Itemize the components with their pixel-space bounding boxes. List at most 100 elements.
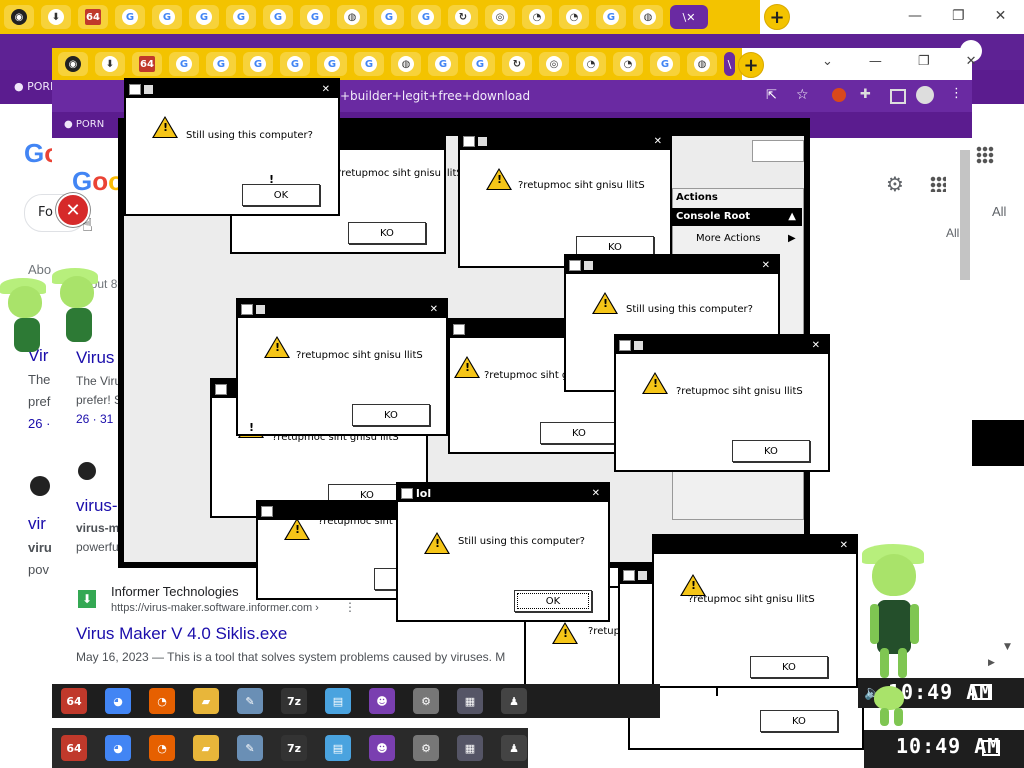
tab-G-3[interactable]: G	[115, 5, 145, 29]
back-result-title-2[interactable]: vir	[28, 514, 46, 534]
dialog-ok-button[interactable]: OK	[242, 184, 320, 206]
dialog-close-icon[interactable]: ✕	[840, 540, 848, 551]
dialog-close-icon[interactable]: ✕	[430, 304, 438, 315]
front-settings-gear-icon[interactable]: ⚙	[886, 172, 904, 196]
notification-icon[interactable]	[972, 684, 992, 700]
front-result-title-2[interactable]: virus-	[76, 496, 118, 516]
front-star-icon[interactable]: ☆	[796, 87, 809, 103]
close-icon[interactable]: ✕	[995, 8, 1007, 24]
taskbar-person-icon[interactable]: ♟	[501, 688, 527, 714]
front-apps-grid-icon[interactable]	[930, 176, 946, 192]
maximize-icon[interactable]: ❐	[952, 8, 965, 24]
taskbar-control-icon[interactable]: ⚙	[413, 688, 439, 714]
dialog-ko-button[interactable]: KO	[352, 404, 430, 426]
taskbar-chrome-icon[interactable]: ◕	[105, 688, 131, 714]
tab-loading-14[interactable]: ◔	[522, 5, 552, 29]
front-menu-icon[interactable]: ⋮	[950, 86, 963, 101]
dialog-ko-button[interactable]: KO	[760, 710, 838, 732]
taskbar-7z-icon[interactable]: 7z	[281, 735, 307, 761]
taskbar-person-icon[interactable]: ♟	[501, 735, 527, 761]
front-avatar-icon[interactable]	[916, 86, 934, 104]
tab-G-8[interactable]: G	[300, 5, 330, 29]
mmc-console-root[interactable]: Console Root ▲	[672, 208, 802, 226]
tab-globe-9[interactable]: ◍	[337, 5, 367, 29]
collapse-arrow-icon[interactable]: ▲	[788, 208, 796, 226]
tab-G-8[interactable]: G	[354, 52, 384, 76]
taskbar-firefox-icon[interactable]: ◔	[149, 688, 175, 714]
tab-loading-15[interactable]: ◔	[613, 52, 643, 76]
front-bookmark-item[interactable]: ● PORN	[64, 119, 104, 130]
tab-active[interactable]: \ ✕	[670, 5, 708, 29]
tab-loading-14[interactable]: ◔	[576, 52, 606, 76]
tab-G-10[interactable]: G	[428, 52, 458, 76]
back-apps-grid-icon[interactable]	[976, 146, 994, 164]
tab-G-5[interactable]: G	[243, 52, 273, 76]
tab-64-2[interactable]: 64	[132, 52, 162, 76]
front-share-icon[interactable]: ⇱	[766, 88, 777, 103]
taskbar-notepad-icon[interactable]: ▤	[325, 735, 351, 761]
taskbar-explorer-icon[interactable]: ▰	[193, 735, 219, 761]
tab-download-1[interactable]: ⬇	[95, 52, 125, 76]
taskbar-control-icon[interactable]: ⚙	[413, 735, 439, 761]
front-minimize-icon[interactable]: —	[869, 54, 882, 69]
tab-globe-9[interactable]: ◍	[391, 52, 421, 76]
back-all-label[interactable]: All	[992, 204, 1006, 219]
front-close-icon[interactable]: ✕	[966, 54, 977, 69]
tab-G-16[interactable]: G	[650, 52, 680, 76]
tab-G-7[interactable]: G	[317, 52, 347, 76]
front-result-more-icon[interactable]: ⋮	[344, 600, 356, 614]
taskbar-mmc-icon[interactable]: ▦	[457, 688, 483, 714]
new-tab-button[interactable]: +	[764, 4, 790, 30]
tab-download-1[interactable]: ⬇	[41, 5, 71, 29]
front-extension-icon[interactable]	[832, 88, 846, 102]
scroll-down-arrow-icon[interactable]: ▼	[1004, 642, 1011, 652]
tab-G-6[interactable]: G	[226, 5, 256, 29]
tab-64-2[interactable]: 64	[78, 5, 108, 29]
tab-G-7[interactable]: G	[263, 5, 293, 29]
tab-github-0[interactable]: ◉	[4, 5, 34, 29]
tab-G-11[interactable]: G	[411, 5, 441, 29]
dialog-ok-button[interactable]: OK	[514, 590, 592, 612]
front-all-label[interactable]: All	[946, 226, 959, 240]
front-maximize-icon[interactable]: ❐	[918, 54, 930, 69]
tab-G-4[interactable]: G	[152, 5, 182, 29]
tab-refresh-13[interactable]: ◎	[539, 52, 569, 76]
dialog-ko-button[interactable]: KO	[750, 656, 828, 678]
taskbar-paint-icon[interactable]: ✎	[237, 735, 263, 761]
tab-G-4[interactable]: G	[206, 52, 236, 76]
taskbar-bonzi-icon[interactable]: ☻	[369, 735, 395, 761]
tab-github-0[interactable]: ◉	[58, 52, 88, 76]
taskbar-mmc-icon[interactable]: ▦	[457, 735, 483, 761]
front-address-text[interactable]: +builder+legit+free+download	[340, 89, 530, 103]
tab-G-6[interactable]: G	[280, 52, 310, 76]
tab-loading-15[interactable]: ◔	[559, 5, 589, 29]
tab-G-10[interactable]: G	[374, 5, 404, 29]
dialog-close-icon[interactable]: ✕	[322, 84, 330, 95]
taskbar-7z-icon[interactable]: 7z	[281, 688, 307, 714]
tab-globe-17[interactable]: ◍	[633, 5, 663, 29]
dialog-close-icon[interactable]: ✕	[654, 136, 662, 147]
dialog-ko-button[interactable]: KO	[348, 222, 426, 244]
tab-G-5[interactable]: G	[189, 5, 219, 29]
tab-spinner-12[interactable]: ↻	[502, 52, 532, 76]
tab-refresh-13[interactable]: ◎	[485, 5, 515, 29]
dialog-close-icon[interactable]: ✕	[812, 340, 820, 351]
front-scrollbar[interactable]	[960, 150, 970, 280]
tab-G-16[interactable]: G	[596, 5, 626, 29]
dialog-ko-button[interactable]: KO	[540, 422, 618, 444]
front-puzzle-icon[interactable]: ✚	[860, 87, 871, 102]
mmc-more-actions[interactable]: More Actions	[696, 233, 761, 244]
front-chevron-down-icon[interactable]: ⌄	[822, 54, 833, 69]
taskbar-explorer-icon[interactable]: ▰	[193, 688, 219, 714]
tab-globe-17[interactable]: ◍	[687, 52, 717, 76]
front-tab-active[interactable]: \	[724, 52, 735, 76]
tab-G-3[interactable]: G	[169, 52, 199, 76]
scroll-right-arrow-icon[interactable]: ▶	[988, 658, 995, 668]
taskbar-paint-icon[interactable]: ✎	[237, 688, 263, 714]
front-new-tab-button[interactable]: +	[738, 52, 764, 78]
dialog-close-icon[interactable]: ✕	[592, 488, 600, 499]
tab-G-11[interactable]: G	[465, 52, 495, 76]
taskbar-firefox-icon[interactable]: ◔	[149, 735, 175, 761]
taskbar-64bit-icon[interactable]: 64	[61, 688, 87, 714]
dialog-ko-button[interactable]: KO	[732, 440, 810, 462]
